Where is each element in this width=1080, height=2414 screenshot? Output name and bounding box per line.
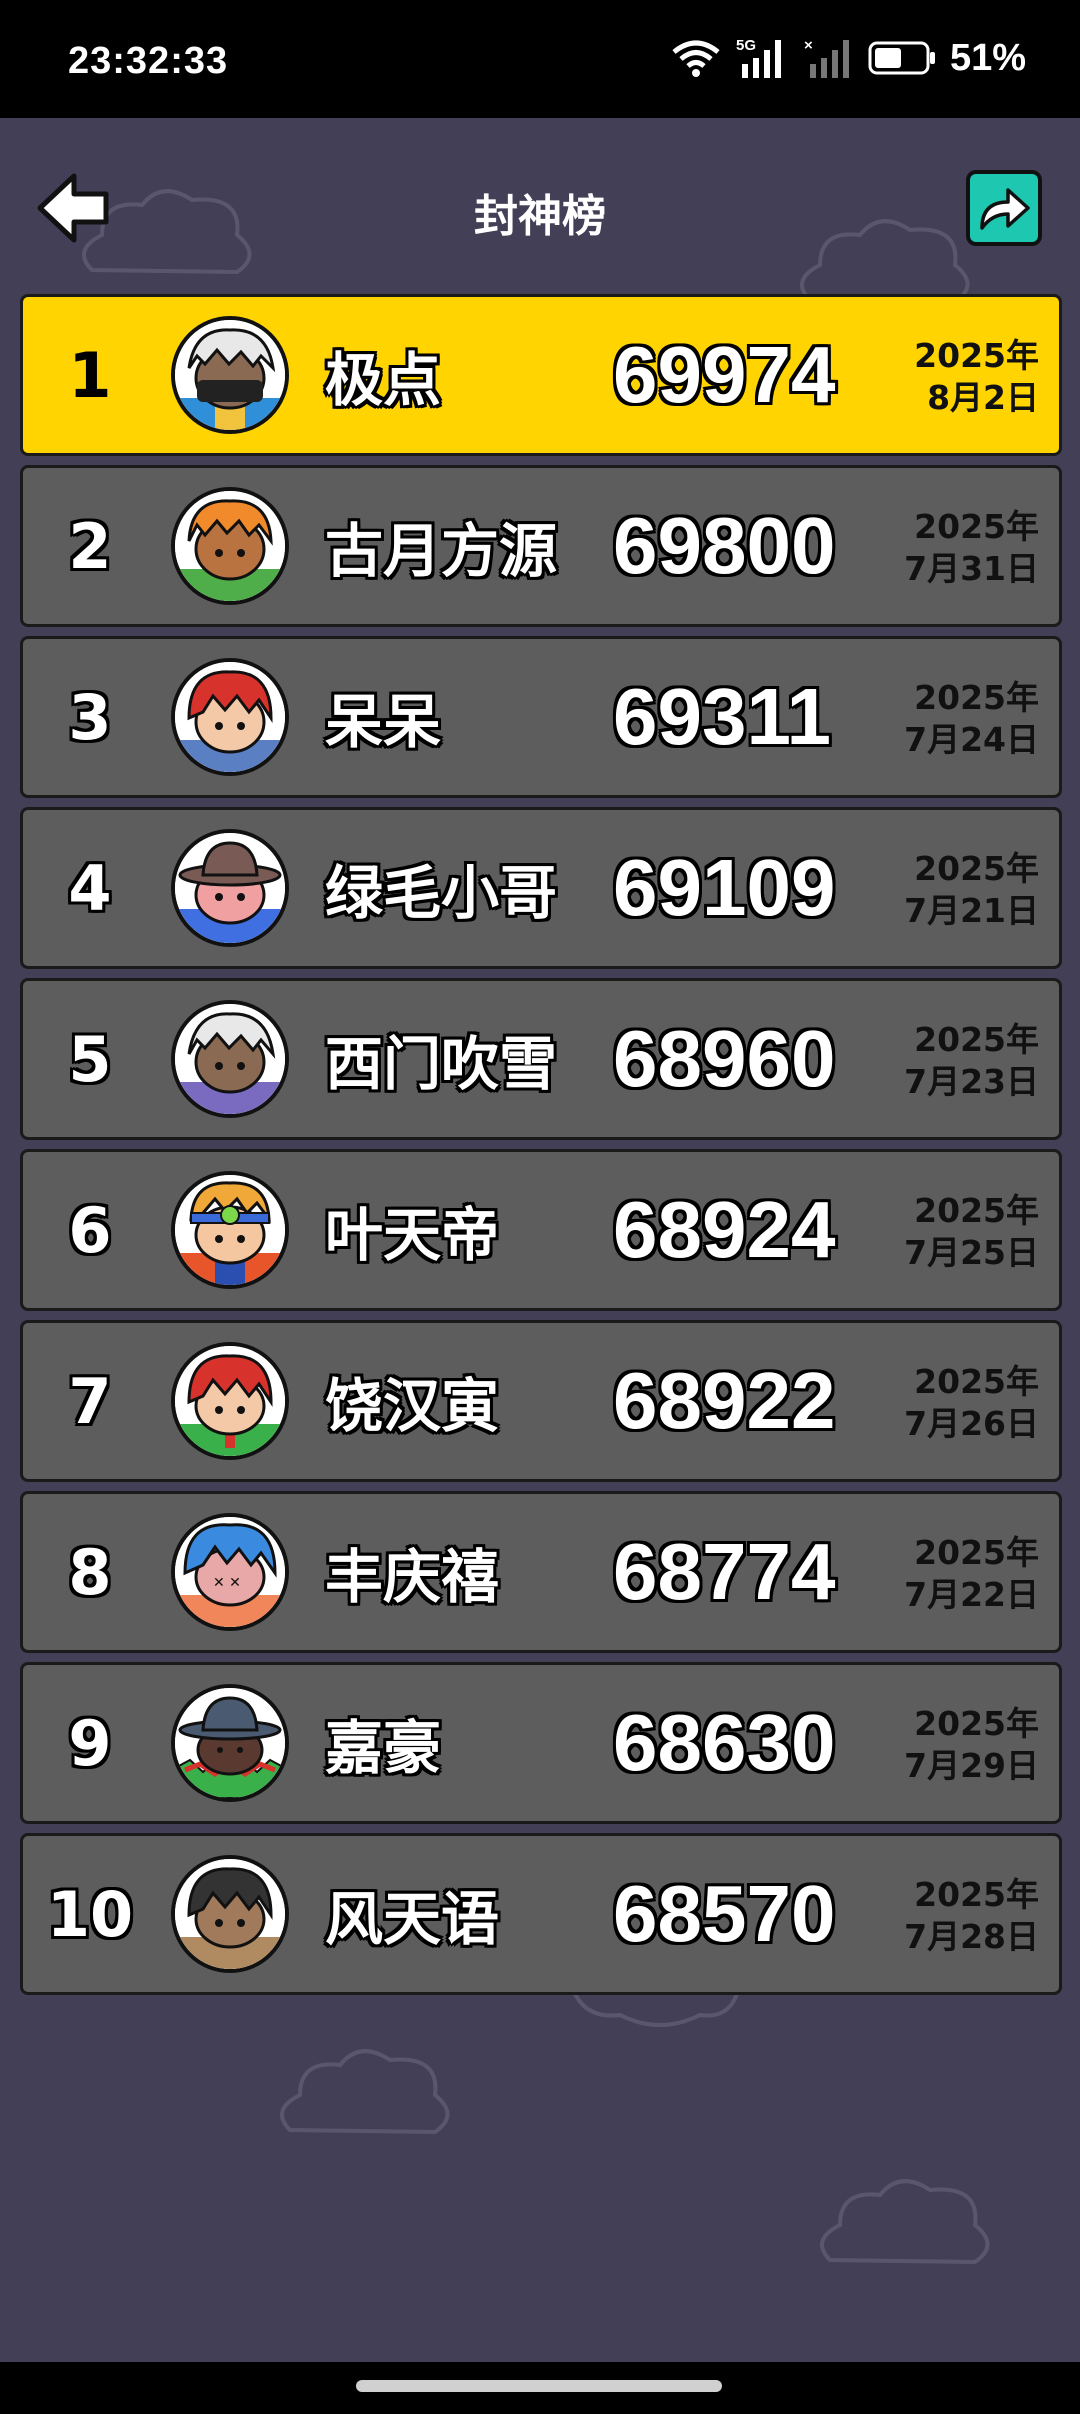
player-score: 68570 xyxy=(613,1869,836,1958)
battery-percentage: 51% xyxy=(949,36,1026,79)
signal-no-service-icon: × xyxy=(804,37,849,78)
rank-number: 1 xyxy=(68,338,112,412)
record-date: 2025年 7月26日 xyxy=(904,1361,1039,1445)
cloud-decoration-icon xyxy=(280,2049,450,2135)
record-date: 2025年 7月24日 xyxy=(904,677,1039,761)
leaderboard-row[interactable]: 3 呆呆 69311 2025年 7月24日 xyxy=(20,636,1062,798)
leaderboard-row[interactable]: 4 绿毛小哥 69109 2025年 7月21日 xyxy=(20,807,1062,969)
wifi-icon xyxy=(672,40,720,77)
record-date: 2025年 7月23日 xyxy=(904,1019,1039,1103)
record-date-year: 2025年 xyxy=(914,507,1039,546)
record-date-year: 2025年 xyxy=(914,1020,1039,1059)
record-date-year: 2025年 xyxy=(914,678,1039,717)
player-name: 丰庆禧 xyxy=(325,1543,500,1611)
record-date-year: 2025年 xyxy=(914,1704,1039,1743)
record-date-year: 2025年 xyxy=(914,1191,1039,1230)
record-date-day: 7月23日 xyxy=(904,1062,1039,1101)
svg-text:✕ ✕: ✕ ✕ xyxy=(213,1575,241,1591)
rank-number: 7 xyxy=(68,1364,112,1438)
record-date-year: 2025年 xyxy=(914,849,1039,888)
status-time: 23:32:33 xyxy=(68,40,229,82)
record-date: 2025年 7月22日 xyxy=(904,1532,1039,1616)
player-score: 69800 xyxy=(613,501,836,590)
record-date-day: 7月24日 xyxy=(904,720,1039,759)
player-score: 68924 xyxy=(613,1185,836,1274)
svg-text:5G: 5G xyxy=(736,37,756,54)
record-date-year: 2025年 xyxy=(914,1533,1039,1572)
page-title: 封神榜 xyxy=(474,191,606,242)
leaderboard-row[interactable]: 10 风天语 68570 2025年 7月28日 xyxy=(20,1833,1062,1995)
leaderboard-row[interactable]: 1 极点 69974 2025年 8月2日 xyxy=(20,294,1062,456)
record-date: 2025年 8月2日 xyxy=(914,335,1039,419)
record-date-day: 7月28日 xyxy=(904,1917,1039,1956)
status-icons: 5G × 51% xyxy=(670,36,1026,80)
avatar xyxy=(171,1855,289,1973)
avatar xyxy=(171,316,289,434)
record-date: 2025年 7月25日 xyxy=(904,1190,1039,1274)
player-score: 69974 xyxy=(613,330,836,419)
status-bar: 23:32:33 5G × 51% xyxy=(0,0,1080,118)
rank-number: 10 xyxy=(46,1877,134,1951)
avatar xyxy=(171,1684,289,1802)
player-name: 嘉豪 xyxy=(325,1714,442,1782)
player-name: 叶天帝 xyxy=(325,1201,500,1269)
player-name: 西门吹雪 xyxy=(325,1030,558,1098)
record-date-day: 7月21日 xyxy=(904,891,1039,930)
avatar xyxy=(171,829,289,947)
rank-number: 3 xyxy=(68,680,112,754)
avatar: ✕ ✕ xyxy=(171,1513,289,1631)
share-button[interactable] xyxy=(966,170,1042,246)
rank-number: 4 xyxy=(68,851,112,925)
avatar xyxy=(171,487,289,605)
record-date-year: 2025年 xyxy=(914,1875,1039,1914)
record-date-day: 7月22日 xyxy=(904,1575,1039,1614)
player-name: 极点 xyxy=(325,346,442,414)
player-score: 68630 xyxy=(613,1698,836,1787)
svg-text:×: × xyxy=(804,37,813,54)
player-score: 68922 xyxy=(613,1356,836,1445)
record-date-day: 7月31日 xyxy=(904,549,1039,588)
avatar xyxy=(171,1171,289,1289)
share-arrow-icon xyxy=(980,188,1030,230)
player-name: 绿毛小哥 xyxy=(325,859,558,927)
rank-number: 2 xyxy=(68,509,112,583)
record-date-day: 7月29日 xyxy=(904,1746,1039,1785)
leaderboard-row[interactable]: 5 西门吹雪 68960 2025年 7月23日 xyxy=(20,978,1062,1140)
record-date: 2025年 7月31日 xyxy=(904,506,1039,590)
avatar xyxy=(171,1342,289,1460)
record-date: 2025年 7月29日 xyxy=(904,1703,1039,1787)
leaderboard-row[interactable]: 2 古月方源 69800 2025年 7月31日 xyxy=(20,465,1062,627)
player-name: 风天语 xyxy=(325,1885,500,1953)
player-score: 68960 xyxy=(613,1014,836,1103)
player-score: 69109 xyxy=(613,843,836,932)
cloud-decoration-icon xyxy=(820,2179,990,2265)
leaderboard-row[interactable]: 9 嘉豪 68630 2025年 7月29日 xyxy=(20,1662,1062,1824)
app-bar: 封神榜 xyxy=(0,118,1080,294)
record-date: 2025年 7月28日 xyxy=(904,1874,1039,1958)
player-score: 69311 xyxy=(613,672,832,761)
record-date-day: 8月2日 xyxy=(927,378,1039,417)
player-name: 饶汉寅 xyxy=(325,1372,500,1440)
home-gesture-handle[interactable] xyxy=(356,2380,722,2392)
player-name: 呆呆 xyxy=(325,688,442,756)
player-score: 68774 xyxy=(613,1527,836,1616)
rank-number: 6 xyxy=(68,1193,112,1267)
leaderboard-row[interactable]: 8 ✕ ✕ 丰庆禧 68774 2025年 7月22日 xyxy=(20,1491,1062,1653)
avatar xyxy=(171,658,289,776)
record-date-day: 7月25日 xyxy=(904,1233,1039,1272)
leaderboard-row[interactable]: 7 饶汉寅 68922 2025年 7月26日 xyxy=(20,1320,1062,1482)
rank-number: 9 xyxy=(68,1706,112,1780)
leaderboard-row[interactable]: 6 叶天帝 68924 2025年 7月25日 xyxy=(20,1149,1062,1311)
player-name: 古月方源 xyxy=(325,517,558,585)
leaderboard-list: 1 极点 69974 2025年 8月2日 2 古月方源 69800 2025年… xyxy=(20,294,1062,2004)
record-date: 2025年 7月21日 xyxy=(904,848,1039,932)
record-date-year: 2025年 xyxy=(914,336,1039,375)
avatar xyxy=(171,1000,289,1118)
record-date-day: 7月26日 xyxy=(904,1404,1039,1443)
signal-5g-icon: 5G xyxy=(736,37,781,78)
battery-icon xyxy=(868,41,935,75)
rank-number: 5 xyxy=(68,1022,112,1096)
rank-number: 8 xyxy=(68,1535,112,1609)
record-date-year: 2025年 xyxy=(914,1362,1039,1401)
